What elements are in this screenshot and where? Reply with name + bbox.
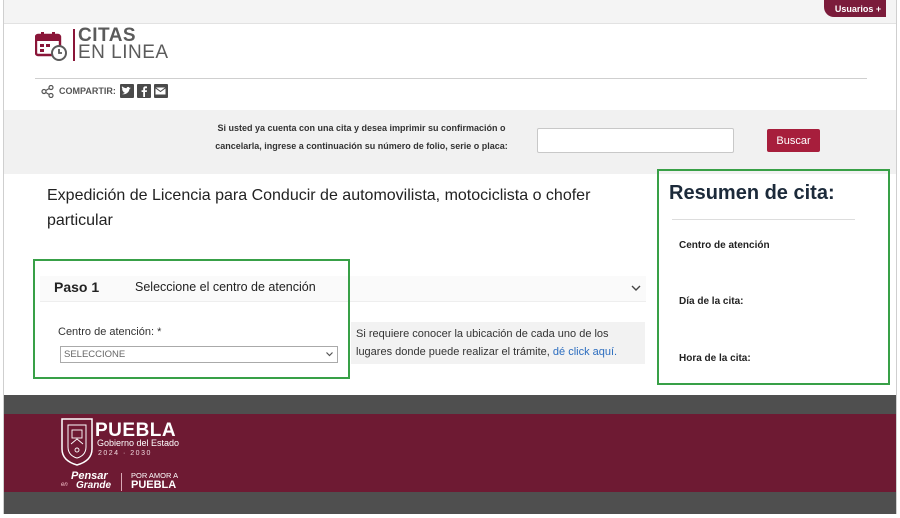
share-label: COMPARTIR:: [59, 86, 116, 96]
page-title: Expedición de Licencia para Conducir de …: [47, 187, 591, 229]
summary-centro-label: Centro de atención: [679, 240, 770, 251]
email-icon[interactable]: [153, 84, 168, 98]
twitter-icon[interactable]: [119, 84, 134, 98]
summary-divider: [672, 219, 855, 220]
folio-search-input[interactable]: [537, 128, 734, 153]
puebla-slogan: PUEBLA: [131, 479, 177, 491]
facebook-icon[interactable]: [136, 84, 151, 98]
folio-search-panel: Si usted ya cuenta con una cita y desea …: [4, 110, 896, 174]
gobierno-label: Gobierno del Estado: [97, 438, 180, 448]
chevron-down-icon[interactable]: [630, 283, 642, 293]
users-menu-button[interactable]: Usuarios +: [824, 0, 886, 17]
footer-bottom-band: [4, 492, 896, 514]
grande-text: Grande: [76, 480, 112, 491]
coat-of-arms-icon: [61, 418, 93, 466]
location-info-box: Si requiere conocer la ubicación de cada…: [351, 322, 645, 364]
share-bar: COMPARTIR:: [41, 84, 168, 98]
summary-dia-label: Día de la cita:: [679, 296, 744, 307]
footer-separator: [121, 473, 122, 491]
term-years: 2024 · 2030: [98, 450, 152, 457]
summary-title: Resumen de cita:: [669, 182, 835, 204]
calendar-clock-icon: [35, 32, 67, 61]
location-info-text: Si requiere conocer la ubicación de cada…: [356, 328, 618, 358]
summary-hora-label: Hora de la cita:: [679, 353, 751, 364]
folio-search-prompt: Si usted ya cuenta con una cita y desea …: [215, 123, 508, 151]
header-divider: [35, 78, 867, 79]
citas-en-linea-logo[interactable]: CITAS EN LINEA: [35, 26, 195, 67]
en-text: en: [61, 482, 68, 488]
step-highlight-box: [33, 259, 350, 379]
top-bar: Usuarios +: [4, 0, 896, 24]
logo-divider: [73, 29, 75, 61]
footer-top-band: [4, 395, 896, 414]
search-button[interactable]: Buscar: [767, 129, 820, 152]
share-icon: [41, 84, 54, 98]
locations-link[interactable]: dé click aquí.: [553, 346, 617, 358]
logo-text-en-linea: EN LINEA: [78, 42, 169, 63]
browser-page: Usuarios + CITAS EN LINEA COMPARTIR: Si …: [3, 0, 897, 514]
